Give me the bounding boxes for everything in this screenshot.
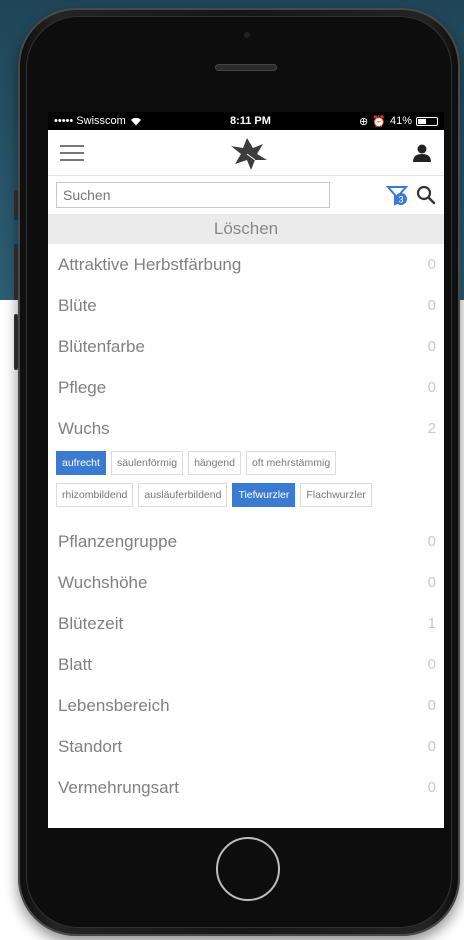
filter-icon[interactable]: 3 (386, 184, 408, 206)
category-label: Blatt (58, 654, 93, 674)
front-camera (244, 32, 250, 38)
category-count: 0 (427, 574, 436, 591)
category-count: 2 (427, 420, 436, 437)
user-icon[interactable] (412, 143, 432, 163)
category-count: 0 (427, 533, 436, 550)
category-label: Pflege (58, 377, 107, 397)
category-count: 0 (427, 779, 436, 796)
filter-chip[interactable]: rhizombildend (56, 483, 134, 507)
search-input[interactable] (56, 182, 330, 208)
category-item[interactable]: Blüte 0 (48, 285, 444, 326)
search-row: 3 (48, 176, 444, 214)
category-count: 0 (427, 697, 436, 714)
category-count: 1 (427, 615, 436, 632)
leaf-logo (231, 137, 267, 170)
category-item[interactable]: Wuchshöhe 0 (48, 562, 444, 603)
category-item[interactable]: Lebensbereich 0 (48, 685, 444, 726)
app-header (48, 130, 444, 176)
filter-chip[interactable]: aufrecht (56, 451, 106, 475)
rotation-lock-icon: ⊕ (359, 115, 369, 128)
filter-chip[interactable]: hängend (188, 451, 241, 475)
battery-icon (416, 116, 438, 126)
category-label: Blütezeit (58, 613, 124, 633)
filter-chip[interactable]: oft mehrstämmig (245, 451, 337, 475)
category-label: Lebensbereich (58, 695, 170, 715)
category-count: 0 (427, 738, 436, 755)
category-count: 0 (427, 656, 436, 673)
category-label: Wuchs (58, 418, 110, 438)
filter-badge: 3 (398, 195, 403, 205)
volume-down-button (14, 314, 18, 370)
category-item[interactable]: Attraktive Herbstfärbung 0 (48, 244, 444, 285)
category-label: Wuchshöhe (58, 572, 148, 592)
mute-switch (14, 190, 18, 220)
home-button[interactable] (216, 837, 280, 901)
category-count: 0 (427, 297, 436, 314)
category-count: 0 (427, 379, 436, 396)
carrier-label: ••••• Swisscom (54, 115, 126, 127)
category-list-top: Attraktive Herbstfärbung 0 Blüte 0 Blütenfar… (48, 244, 444, 449)
status-bar: ••••• Swisscom 8:11 PM ⊕ ⏰ 41% (48, 112, 444, 130)
category-label: Vermehrungsart (58, 777, 179, 797)
category-label: Blütenfarbe (58, 336, 145, 356)
wuchs-options: aufrecht säulenförmig hängend oft mehrstämm… (48, 449, 444, 521)
filter-chip[interactable]: Tiefwurzler (232, 483, 296, 507)
category-label: Attraktive Herbstfärbung (58, 254, 242, 274)
category-item[interactable]: Blütenfarbe 0 (48, 326, 444, 367)
clear-filters-button[interactable]: Löschen (48, 214, 444, 244)
category-label: Blüte (58, 295, 97, 315)
category-label: Standort (58, 736, 123, 756)
wifi-icon (130, 117, 141, 125)
category-count: 0 (427, 256, 436, 273)
category-label: Pflanzengruppe (58, 531, 178, 551)
category-list-bottom: Pflanzengruppe 0 Wuchshöhe 0 Blütezeit 1 Blatt… (48, 521, 444, 808)
category-item[interactable]: Pflege 0 (48, 367, 444, 408)
clock-time: 8:11 PM (229, 115, 271, 127)
phone-screen: ••••• Swisscom 8:11 PM ⊕ ⏰ 41% Suchen 3 … (48, 112, 444, 828)
filter-chip[interactable]: Flachwurzler (300, 483, 372, 507)
volume-up-button (14, 244, 18, 300)
hamburger-icon[interactable] (60, 144, 84, 161)
category-item[interactable]: Standort 0 (48, 726, 444, 767)
category-item[interactable]: Blatt 0 (48, 644, 444, 685)
category-item[interactable]: Vermehrungsart 0 (48, 767, 444, 808)
search-icon[interactable] (416, 185, 436, 205)
battery-label: 41% (389, 115, 412, 127)
wuchs-options-row1: aufrecht säulenförmig hängend oft mehrstämm… (56, 451, 436, 475)
filter-chip[interactable]: säulenförmig (110, 451, 184, 475)
category-item[interactable]: Pflanzengruppe 0 (48, 521, 444, 562)
earpiece-speaker (215, 64, 277, 71)
filter-chip[interactable]: ausläuferbildend (138, 483, 228, 507)
wuchs-options-row2: rhizombildend ausläuferbildend Tiefwurzler… (56, 483, 436, 507)
category-item[interactable]: Blütezeit 1 (48, 603, 444, 644)
alarm-icon: ⏰ (372, 115, 386, 128)
category-item[interactable]: Wuchs 2 (48, 408, 444, 449)
category-count: 0 (427, 338, 436, 355)
